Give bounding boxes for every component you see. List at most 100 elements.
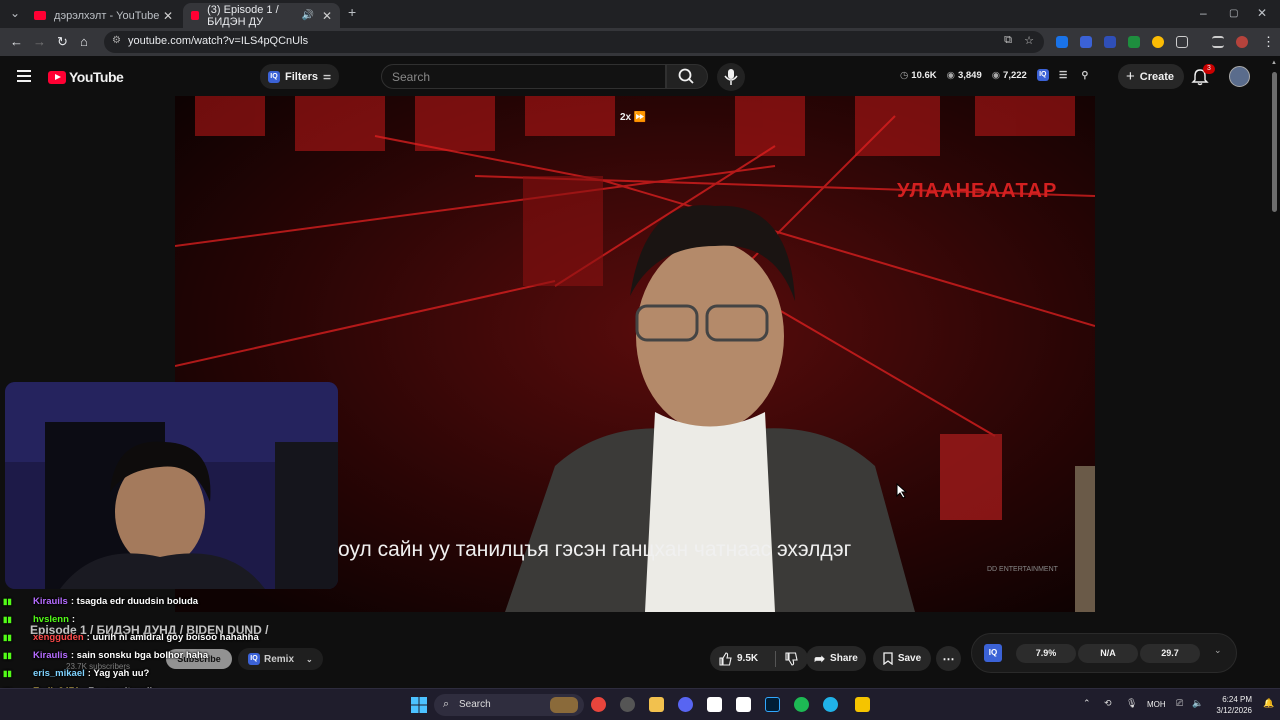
microphone-icon[interactable]: 🎙 bbox=[1126, 698, 1137, 709]
bookmark-icon bbox=[883, 652, 893, 665]
site-info-icon[interactable]: ⚙ bbox=[112, 35, 121, 46]
stat-item: ◷ 10.6K bbox=[900, 70, 937, 81]
thumbs-down-icon bbox=[785, 651, 798, 666]
stats-bar: ◷ 10.6K ◉ 3,849 ◉ 7,222 IQ ☰ ⚲ bbox=[900, 69, 1088, 81]
iq-extension-icon[interactable]: IQ bbox=[1036, 69, 1049, 81]
scrollbar-thumb[interactable] bbox=[1272, 72, 1277, 212]
tab-active[interactable]: (3) Episode 1 / БИДЭН ДУ 🔊 ✕ bbox=[183, 3, 340, 28]
tab-list-icon[interactable]: ⌄ bbox=[10, 6, 20, 20]
back-icon[interactable]: ← bbox=[10, 34, 23, 49]
chat-message-text: : sain sonsku bga bolhor haha bbox=[70, 649, 209, 661]
install-icon[interactable]: ⧉ bbox=[1004, 34, 1012, 47]
capcut-icon[interactable] bbox=[707, 697, 722, 712]
extension-icon[interactable] bbox=[1056, 36, 1068, 48]
dislike-button[interactable] bbox=[775, 650, 798, 667]
create-button[interactable]: + Create bbox=[1118, 64, 1185, 89]
tray-icon[interactable]: ⟲ bbox=[1104, 698, 1112, 709]
photoshop-icon[interactable] bbox=[765, 697, 780, 712]
search-box[interactable] bbox=[381, 64, 666, 89]
microphone-icon bbox=[724, 69, 738, 85]
iq-stat-2: N/A bbox=[1078, 644, 1138, 663]
bookmark-star-icon[interactable]: ☆ bbox=[1024, 34, 1034, 47]
chat-badges-icon: ▮▮ bbox=[3, 596, 12, 606]
taskbar-clock[interactable]: 6:24 PM 3/12/2026 bbox=[1212, 694, 1252, 716]
chat-username[interactable]: Kirauils bbox=[33, 596, 68, 607]
save-label: Save bbox=[897, 653, 922, 664]
extension-icon[interactable] bbox=[1104, 36, 1116, 48]
pin-icon[interactable]: ⚲ bbox=[1081, 70, 1088, 81]
search-icon bbox=[678, 68, 694, 84]
tab-inactive[interactable]: дэрэлхэлт - YouTube ✕ bbox=[26, 3, 181, 28]
address-bar[interactable]: ⚙ youtube.com/watch?v=ILS4pQCnUls ⧉ ☆ bbox=[104, 31, 1044, 53]
chat-username[interactable]: Kiraulis bbox=[33, 650, 68, 661]
close-window-button[interactable]: ✕ bbox=[1257, 6, 1267, 20]
search-button[interactable] bbox=[666, 64, 708, 89]
chat-username[interactable]: xengguden bbox=[33, 632, 84, 643]
browser-menu-icon[interactable]: ⋮ bbox=[1262, 34, 1275, 50]
clock-time: 6:24 PM bbox=[1222, 695, 1252, 704]
input-language[interactable]: МОН bbox=[1147, 700, 1166, 709]
chat-message-text: : Yag yah uu? bbox=[87, 667, 150, 679]
network-icon[interactable]: ⎚ bbox=[1176, 698, 1183, 709]
youtube-logo[interactable]: YouTube bbox=[48, 69, 124, 85]
forward-icon[interactable]: → bbox=[33, 34, 46, 49]
extension-icon[interactable] bbox=[1128, 36, 1140, 48]
chat-username[interactable]: eris_mikael bbox=[33, 668, 85, 679]
notion-icon[interactable] bbox=[736, 697, 751, 712]
stat-value: 3,849 bbox=[957, 69, 982, 81]
app-icon[interactable] bbox=[823, 697, 838, 712]
profile-avatar[interactable] bbox=[1236, 36, 1248, 48]
chat-message: ▮▮ Kirauils: tsagda edr duudsin boluda bbox=[3, 592, 333, 610]
spotify-icon[interactable] bbox=[794, 697, 809, 712]
streamer-webcam bbox=[5, 382, 338, 589]
scroll-up-icon[interactable]: ▲ bbox=[1271, 60, 1277, 66]
chat-message: ▮▮ Kiraulis: sain sonsku bga bolhor haha bbox=[3, 646, 333, 664]
chat-badges-icon: ▮▮ bbox=[3, 650, 12, 660]
close-tab-icon[interactable]: ✕ bbox=[163, 9, 173, 23]
chat-username[interactable]: hvslenn bbox=[33, 614, 69, 625]
youtube-header: YouTube IQ Filters ⚌ ◷10.6K ◉3,849 ◉7,22… bbox=[0, 56, 1280, 96]
volume-icon[interactable]: 🔈 bbox=[1192, 698, 1203, 709]
file-explorer-icon[interactable] bbox=[649, 697, 664, 712]
iq-extension-icon[interactable]: IQ bbox=[984, 644, 1002, 662]
discord-icon[interactable] bbox=[678, 697, 693, 712]
list-icon[interactable]: ☰ bbox=[1059, 70, 1068, 81]
chrome-icon[interactable] bbox=[591, 697, 606, 712]
close-tab-icon[interactable]: ✕ bbox=[322, 9, 332, 23]
reload-icon[interactable]: ↻ bbox=[57, 34, 68, 50]
tab-search-icon[interactable] bbox=[1212, 36, 1224, 48]
save-button[interactable]: Save bbox=[873, 646, 931, 671]
extension-icon[interactable] bbox=[1152, 36, 1164, 48]
chevron-down-icon[interactable]: ⌄ bbox=[1214, 645, 1222, 656]
minimize-button[interactable]: – bbox=[1200, 6, 1207, 20]
more-actions-button[interactable]: ⋯ bbox=[936, 646, 961, 671]
windows-start-icon[interactable] bbox=[411, 697, 427, 713]
new-tab-button[interactable]: + bbox=[348, 4, 356, 20]
chat-message-text: : tsagda edr duudsin boluda bbox=[70, 595, 199, 607]
maximize-button[interactable]: ▢ bbox=[1229, 8, 1238, 19]
mouse-cursor-icon bbox=[896, 483, 908, 499]
search-input[interactable] bbox=[382, 65, 642, 88]
extensions-puzzle-icon[interactable] bbox=[1176, 36, 1188, 48]
share-label: Share bbox=[830, 653, 858, 664]
extension-icon[interactable] bbox=[1080, 36, 1092, 48]
voice-search-button[interactable] bbox=[717, 63, 745, 91]
speaker-icon[interactable]: 🔊 bbox=[301, 10, 313, 21]
like-button[interactable]: 9.5K bbox=[718, 651, 758, 666]
share-arrow-icon: ➦ bbox=[814, 650, 826, 666]
page-scrollbar[interactable]: ▲ bbox=[1270, 60, 1278, 686]
filters-button[interactable]: IQ Filters ⚌ bbox=[260, 64, 340, 89]
app-icon[interactable] bbox=[620, 697, 635, 712]
share-button[interactable]: ➦ Share bbox=[806, 646, 866, 671]
chat-message: ▮▮ xengguden: uurih ni amidral goy boisoo… bbox=[3, 628, 333, 646]
notification-center-icon[interactable]: 🔔 bbox=[1263, 698, 1274, 709]
user-avatar[interactable] bbox=[1229, 66, 1250, 87]
home-icon[interactable]: ⌂ bbox=[80, 34, 88, 49]
tray-chevron-icon[interactable]: ⌃ bbox=[1083, 698, 1091, 709]
taskbar-search[interactable]: ⌕ Search bbox=[434, 694, 584, 716]
eye-icon: ◉ bbox=[946, 69, 955, 81]
hamburger-menu-icon[interactable] bbox=[17, 70, 31, 82]
clock-date: 3/12/2026 bbox=[1216, 706, 1252, 715]
notification-badge: 3 bbox=[1203, 64, 1215, 74]
sticky-notes-icon[interactable] bbox=[855, 697, 870, 712]
